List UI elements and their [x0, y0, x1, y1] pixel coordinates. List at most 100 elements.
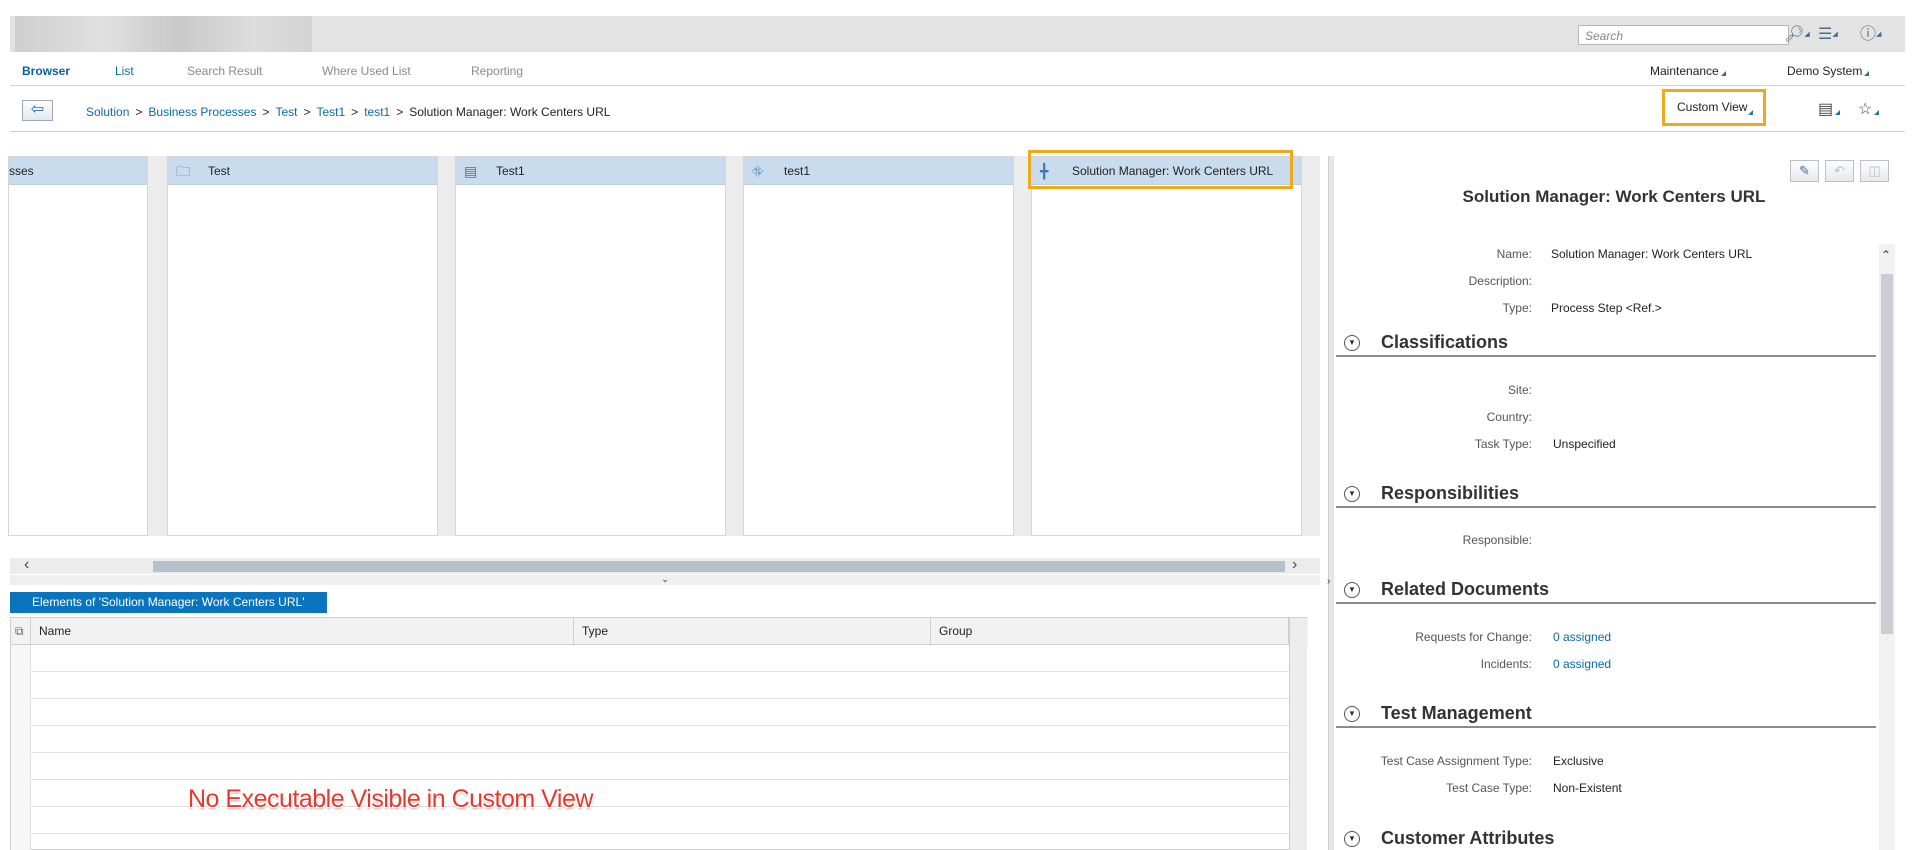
detail-pane: ✎ ↶ ◫ Solution Manager: Work Centers URL… — [1336, 156, 1905, 850]
row-selector[interactable] — [11, 834, 31, 850]
list-menu-icon[interactable]: ☰◢ — [1818, 25, 1844, 45]
breadcrumb: Solution > Business Processes > Test > Test1 > t… — [86, 105, 610, 119]
breadcrumb-separator: > — [351, 105, 359, 119]
test-case-type-value: Non-Existent — [1553, 781, 1622, 795]
chevron-down-icon: ⌄ — [661, 574, 669, 584]
chevron-down-icon — [1748, 110, 1753, 115]
column-test1-process[interactable]: ⛗ test1 — [743, 156, 1014, 536]
column-test1-scenario[interactable]: ▤ Test1 — [455, 156, 726, 536]
annotation-note: No Executable Visible in Custom View — [188, 785, 593, 813]
favorite-star-icon[interactable]: ☆ — [1858, 99, 1880, 119]
table-row[interactable] — [11, 753, 1289, 780]
row-selector[interactable] — [11, 726, 31, 753]
chevron-right-icon[interactable]: › — [1292, 556, 1297, 574]
column-process-step[interactable]: ╋ Solution Manager: Work Centers URL — [1031, 156, 1302, 536]
row-selector[interactable] — [11, 699, 31, 726]
horizontal-scrollbar[interactable]: ‹ › — [10, 556, 1320, 574]
back-button[interactable]: ⇦ — [22, 100, 53, 121]
collapse-toggle-icon[interactable]: ▼ — [1344, 831, 1360, 847]
table-row[interactable] — [11, 672, 1289, 699]
classifications-section[interactable]: ▼ Classifications — [1336, 327, 1876, 357]
pane-splitter[interactable]: › — [1327, 156, 1334, 850]
table-scrollbar[interactable] — [1289, 618, 1307, 850]
breadcrumb-separator: > — [396, 105, 404, 119]
breadcrumb-separator: > — [303, 105, 311, 119]
customer-attributes-section[interactable]: ▼ Customer Attributes — [1336, 823, 1876, 850]
country-label: Country: — [1486, 410, 1532, 424]
nav-where-used-list[interactable]: Where Used List — [322, 64, 411, 78]
nav-list[interactable]: List — [115, 64, 134, 78]
maintenance-menu[interactable]: Maintenance — [1650, 64, 1726, 78]
responsibilities-section[interactable]: ▼ Responsibilities — [1336, 478, 1876, 508]
column-header-name[interactable]: Name — [31, 618, 574, 645]
binoculars-icon[interactable]: 🔎︎◢ — [1784, 25, 1810, 45]
breadcrumb-business-processes[interactable]: Business Processes — [148, 105, 256, 119]
scrollbar-thumb[interactable] — [153, 561, 1285, 572]
table-row[interactable] — [11, 726, 1289, 753]
selected-column-highlight — [1028, 150, 1293, 189]
section-title: Responsibilities — [1381, 483, 1520, 503]
collapse-toggle-icon[interactable]: ▼ — [1344, 706, 1360, 722]
column-header-type[interactable]: Type — [574, 618, 931, 645]
column-title: Test1 — [496, 164, 525, 178]
column-title: test1 — [784, 164, 811, 178]
column-header-group[interactable]: Group — [931, 618, 1289, 645]
table-row[interactable] — [11, 699, 1289, 726]
chevron-down-icon — [1720, 71, 1726, 76]
select-all-icon[interactable]: ⧉ — [11, 618, 31, 645]
demo-system-menu-label: Demo System — [1787, 64, 1863, 78]
elements-tab[interactable]: Elements of 'Solution Manager: Work Cent… — [10, 592, 327, 613]
scrollbar-thumb[interactable] — [1881, 274, 1893, 634]
section-title: Customer Attributes — [1381, 828, 1555, 848]
row-selector[interactable] — [11, 807, 31, 834]
test-management-section[interactable]: ▼ Test Management — [1336, 698, 1876, 728]
chevron-left-icon[interactable]: ‹ — [24, 556, 29, 574]
document-list-icon[interactable]: ▤ — [1818, 99, 1841, 119]
row-selector[interactable] — [11, 753, 31, 780]
pencil-icon: ✎ — [1799, 163, 1810, 178]
breadcrumb-separator: > — [135, 105, 143, 119]
test-case-assignment-type-value: Exclusive — [1553, 754, 1604, 768]
chevron-right-icon[interactable]: › — [1327, 576, 1330, 587]
table-row[interactable] — [11, 834, 1289, 850]
undo-button[interactable]: ↶ — [1825, 160, 1854, 182]
incidents-link[interactable]: 0 assigned — [1553, 657, 1611, 671]
search-input[interactable]: Search — [1578, 25, 1789, 45]
type-value: Process Step <Ref.> — [1551, 301, 1662, 315]
task-type-label: Task Type: — [1474, 437, 1532, 451]
incidents-label: Incidents: — [1480, 657, 1532, 671]
row-selector[interactable] — [11, 780, 31, 807]
nav-search-result[interactable]: Search Result — [187, 64, 262, 78]
related-documents-section[interactable]: ▼ Related Documents — [1336, 574, 1876, 604]
description-label: Description: — [1468, 274, 1532, 288]
nav-reporting[interactable]: Reporting — [471, 64, 523, 78]
custom-view-dropdown[interactable]: Custom View — [1662, 89, 1766, 126]
table-header: ⧉ Name Type Group — [11, 618, 1308, 645]
chevron-up-icon[interactable]: ⌃ — [1881, 248, 1891, 262]
site-label: Site: — [1507, 383, 1532, 397]
breadcrumb-solution[interactable]: Solution — [86, 105, 129, 119]
edit-button[interactable]: ✎ — [1790, 160, 1819, 182]
requests-for-change-link[interactable]: 0 assigned — [1553, 630, 1611, 644]
collapse-toggle-icon[interactable]: ▼ — [1344, 335, 1360, 351]
collapse-toggle-icon[interactable]: ▼ — [1344, 582, 1360, 598]
detail-title: Solution Manager: Work Centers URL — [1462, 187, 1766, 206]
delete-button[interactable]: ◫ — [1860, 160, 1889, 182]
demo-system-menu[interactable]: Demo System — [1787, 64, 1870, 78]
help-icon[interactable]: ⓘ◢ — [1860, 25, 1886, 45]
table-row[interactable] — [11, 645, 1289, 672]
test-case-assignment-type-label: Test Case Assignment Type: — [1380, 754, 1532, 768]
column-business-processes[interactable]: sses — [8, 156, 148, 536]
nav-browser[interactable]: Browser — [22, 64, 70, 78]
panel-collapse-handle[interactable]: ⌄ — [10, 575, 1320, 585]
breadcrumb-current: Solution Manager: Work Centers URL — [409, 105, 611, 119]
requests-for-change-label: Requests for Change: — [1415, 630, 1532, 644]
breadcrumb-test1-scenario[interactable]: Test1 — [316, 105, 345, 119]
detail-scrollbar[interactable]: ⌃ — [1879, 244, 1895, 850]
collapse-toggle-icon[interactable]: ▼ — [1344, 486, 1360, 502]
column-test[interactable]: 🗀︎ Test — [167, 156, 438, 536]
row-selector[interactable] — [11, 645, 31, 672]
row-selector[interactable] — [11, 672, 31, 699]
breadcrumb-test[interactable]: Test — [275, 105, 297, 119]
breadcrumb-test1-process[interactable]: test1 — [364, 105, 390, 119]
